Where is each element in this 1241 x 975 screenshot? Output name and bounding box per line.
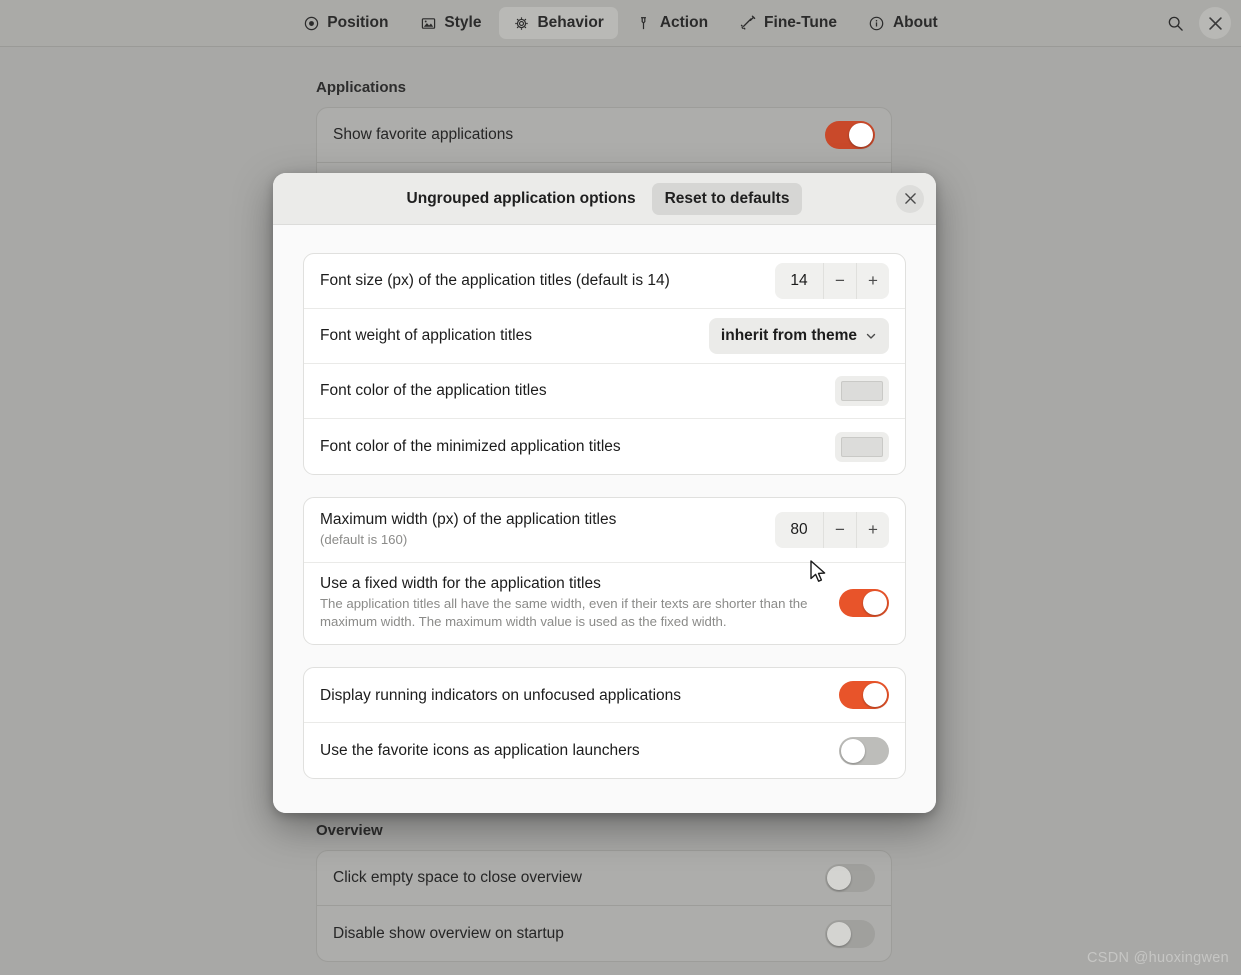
use-fixed-width-label: Use a fixed width for the application ti… bbox=[320, 574, 601, 592]
row-click-empty-space-to-close-overview[interactable]: Click empty space to close overview bbox=[317, 851, 891, 906]
font-color-swatch-button[interactable] bbox=[835, 376, 889, 406]
toggle-knob bbox=[849, 123, 873, 147]
tab-position-label: Position bbox=[327, 14, 389, 31]
overview-group: Click empty space to close overview Disa… bbox=[316, 850, 892, 962]
toggle-show-favorite-applications[interactable] bbox=[825, 121, 875, 149]
tab-position[interactable]: Position bbox=[289, 7, 402, 39]
maximum-width-value[interactable]: 80 bbox=[775, 512, 823, 548]
tab-behavior-label: Behavior bbox=[537, 14, 604, 31]
chevron-down-icon bbox=[865, 330, 877, 342]
font-size-label: Font size (px) of the application titles… bbox=[320, 272, 670, 290]
ungrouped-application-options-dialog: Ungrouped application options Reset to d… bbox=[273, 173, 936, 813]
dialog-close-icon[interactable] bbox=[896, 184, 924, 213]
font-weight-value: inherit from theme bbox=[720, 327, 857, 344]
maximum-width-increment-button[interactable]: + bbox=[856, 511, 889, 548]
image-icon bbox=[420, 15, 436, 31]
font-size-stepper[interactable]: 14 − + bbox=[775, 263, 889, 299]
tab-about[interactable]: About bbox=[855, 7, 952, 39]
section-title-overview: Overview bbox=[316, 822, 383, 839]
toggle-disable-show-overview[interactable] bbox=[825, 919, 875, 948]
row-font-color: Font color of the application titles bbox=[304, 364, 905, 419]
info-icon bbox=[869, 15, 885, 31]
maximum-width-stepper[interactable]: 80 − + bbox=[775, 511, 889, 548]
font-settings-card: Font size (px) of the application titles… bbox=[303, 253, 906, 475]
font-size-value[interactable]: 14 bbox=[775, 263, 823, 299]
font-color-minimized-swatch-button[interactable] bbox=[835, 431, 889, 462]
tab-behavior[interactable]: Behavior bbox=[499, 7, 618, 39]
wrench-icon bbox=[740, 15, 756, 31]
tab-action-label: Action bbox=[659, 14, 709, 31]
font-size-increment-button[interactable]: + bbox=[856, 263, 889, 299]
tab-style[interactable]: Style bbox=[406, 7, 495, 39]
font-weight-label: Font weight of application titles bbox=[320, 327, 532, 345]
row-font-color-minimized: Font color of the minimized application … bbox=[304, 419, 905, 474]
color-preview bbox=[841, 381, 883, 401]
row-label: Disable show overview on startup bbox=[333, 924, 564, 942]
maximum-width-sublabel: (default is 160) bbox=[320, 532, 408, 548]
search-icon[interactable] bbox=[1159, 7, 1191, 39]
font-color-label: Font color of the application titles bbox=[320, 382, 547, 400]
row-favorite-icons-launchers: Use the favorite icons as application la… bbox=[304, 723, 905, 778]
headerbar: Position Style Behavior Action Fine-Tune bbox=[0, 0, 1241, 47]
maximum-width-label: Maximum width (px) of the application ti… bbox=[320, 511, 617, 528]
row-font-size: Font size (px) of the application titles… bbox=[304, 254, 905, 309]
font-size-decrement-button[interactable]: − bbox=[823, 263, 856, 299]
tab-about-label: About bbox=[892, 14, 938, 31]
toggle-click-empty-space[interactable] bbox=[825, 864, 875, 892]
toggle-use-fixed-width[interactable] bbox=[839, 588, 889, 617]
favorite-icons-launchers-label: Use the favorite icons as application la… bbox=[320, 742, 640, 760]
width-settings-card: Maximum width (px) of the application ti… bbox=[303, 497, 906, 646]
row-label: Click empty space to close overview bbox=[333, 869, 582, 886]
toggle-knob bbox=[827, 921, 851, 946]
pin-icon bbox=[636, 15, 652, 31]
section-title-applications: Applications bbox=[316, 79, 407, 96]
tab-action[interactable]: Action bbox=[622, 7, 722, 39]
tab-fine-tune-label: Fine-Tune bbox=[764, 14, 837, 31]
font-color-minimized-label: Font color of the minimized application … bbox=[320, 437, 621, 455]
target-icon bbox=[303, 15, 319, 31]
row-use-fixed-width: Use a fixed width for the application ti… bbox=[304, 563, 905, 645]
indicators-card: Display running indicators on unfocused … bbox=[303, 667, 906, 780]
toggle-favorite-icons-launchers[interactable] bbox=[839, 736, 889, 765]
row-show-favorite-applications[interactable]: Show favorite applications bbox=[317, 108, 891, 163]
gear-icon bbox=[513, 15, 529, 31]
dialog-body: Font size (px) of the application titles… bbox=[273, 225, 936, 813]
close-icon[interactable] bbox=[1199, 7, 1231, 39]
tab-fine-tune[interactable]: Fine-Tune bbox=[726, 7, 851, 39]
use-fixed-width-description: The application titles all have the same… bbox=[320, 595, 808, 630]
tab-bar: Position Style Behavior Action Fine-Tune bbox=[0, 7, 1241, 39]
toggle-display-running-indicators[interactable] bbox=[839, 681, 889, 710]
row-disable-show-overview-on-startup[interactable]: Disable show overview on startup bbox=[317, 906, 891, 961]
toggle-knob bbox=[841, 738, 865, 763]
reset-to-defaults-button[interactable]: Reset to defaults bbox=[651, 182, 803, 215]
color-preview bbox=[841, 436, 883, 457]
tab-style-label: Style bbox=[444, 14, 482, 31]
row-font-weight: Font weight of application titles inheri… bbox=[304, 309, 905, 364]
toggle-knob bbox=[863, 590, 887, 615]
display-running-indicators-label: Display running indicators on unfocused … bbox=[320, 686, 682, 704]
watermark: CSDN @huoxingwen bbox=[1086, 950, 1229, 966]
dialog-title: Ungrouped application options bbox=[406, 189, 636, 207]
toggle-knob bbox=[863, 683, 887, 708]
row-maximum-width: Maximum width (px) of the application ti… bbox=[304, 498, 905, 563]
toggle-knob bbox=[827, 866, 851, 890]
row-display-running-indicators: Display running indicators on unfocused … bbox=[304, 668, 905, 724]
dialog-header: Ungrouped application options Reset to d… bbox=[273, 173, 936, 225]
maximum-width-decrement-button[interactable]: − bbox=[823, 511, 856, 548]
font-weight-dropdown[interactable]: inherit from theme bbox=[708, 318, 889, 354]
row-label: Show favorite applications bbox=[333, 126, 514, 143]
headerbar-actions bbox=[1159, 7, 1231, 39]
